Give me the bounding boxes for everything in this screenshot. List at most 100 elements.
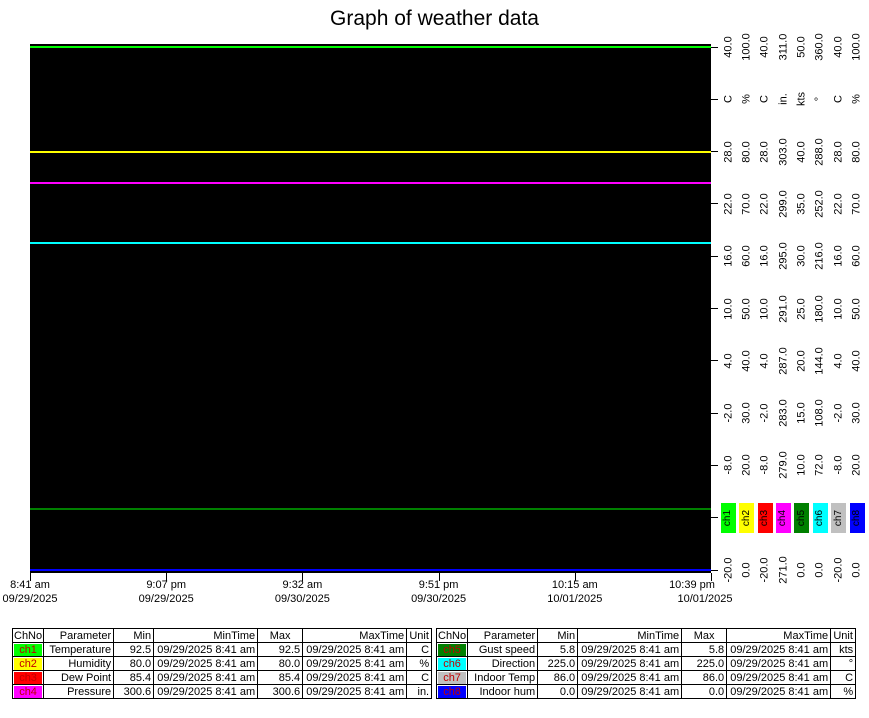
x-tick-label-time: 10:39 pm — [669, 579, 715, 591]
axis-tick-label: 10.0 — [832, 297, 845, 320]
cell-unit: C — [406, 670, 433, 685]
axis-tick-label: 4.0 — [722, 353, 734, 369]
header-min_time: MinTime — [577, 628, 683, 643]
axis-tick-label: 100.0 — [850, 33, 863, 61]
axis-tick-label: 0.0 — [795, 562, 808, 578]
table-row-ch3: ch3 Dew Point 85.4 09/29/2025 8:41 am 85.4 09… — [11, 670, 433, 685]
cell-parameter: Indoor hum — [467, 684, 539, 699]
legend-box-ch6: ch6 — [812, 502, 828, 533]
cell-unit: kts — [830, 642, 857, 657]
x-tick-label-date: 10/01/2025 — [677, 593, 733, 605]
cell-min: 86.0 — [537, 670, 579, 685]
chart-title: Graph of weather data — [330, 7, 539, 30]
table-row-ch2: ch2 Humidity 80.0 09/29/2025 8:41 am 80.0 09/… — [11, 656, 433, 671]
cell-ch_no: ch5 — [435, 642, 469, 657]
axis-tick-label: 80.0 — [850, 140, 863, 163]
x-tick-label-time: 9:51 pm — [418, 579, 459, 591]
x-tick-label-date: 09/29/2025 — [138, 593, 194, 605]
channel-badge-ch3: ch3 — [14, 671, 43, 684]
legend-box-ch3: ch3 — [757, 502, 773, 533]
axis-tick-label: 40.0 — [740, 350, 753, 372]
header-max: Max — [257, 628, 304, 643]
axis-tick-label: 299.0 — [777, 190, 789, 218]
cell-max: 225.0 — [681, 656, 728, 671]
axis-tick-label: 20.0 — [740, 454, 753, 477]
cell-parameter: Pressure — [43, 684, 115, 699]
y-tick-mark — [711, 464, 718, 466]
cell-min_time: 09/29/2025 8:41 am — [153, 684, 259, 699]
axis-tick-label: 283.0 — [777, 399, 789, 427]
header-parameter: Parameter — [43, 628, 115, 643]
header-ch_no: ChNo — [11, 628, 45, 643]
cell-min_time: 09/29/2025 8:41 am — [577, 670, 683, 685]
cell-min_time: 09/29/2025 8:41 am — [577, 684, 683, 699]
axis-tick-label: 30.0 — [795, 245, 808, 267]
y-tick-mark — [711, 46, 718, 48]
axis-tick-label: 35.0 — [795, 193, 808, 215]
table-row-ch5: ch5 Gust speed 5.8 09/29/2025 8:41 am 5.8 09/… — [435, 642, 857, 657]
cell-ch_no: ch6 — [435, 656, 469, 671]
axis-tick-label: 0.0 — [850, 562, 863, 578]
axis-unit-label-ch3: C — [758, 95, 771, 104]
axis-tick-label: 100.0 — [740, 33, 753, 61]
minmax-table-left: ChNo Parameter Min MinTime Max MaxTime Unit ch1… — [11, 628, 433, 699]
header-max_time: MaxTime — [726, 628, 832, 643]
series-line-ch6 — [30, 242, 711, 245]
channel-badge-ch4: ch4 — [14, 685, 43, 698]
table-header-row: ChNo Parameter Min MinTime Max MaxTime Unit — [435, 628, 857, 643]
legend-label-ch1: ch1 — [722, 509, 734, 526]
axis-tick-label: 0.0 — [813, 562, 826, 578]
legend-box-ch5: ch5 — [794, 502, 810, 533]
legend-label-ch5: ch5 — [795, 509, 807, 526]
cell-min_time: 09/29/2025 8:41 am — [153, 656, 259, 671]
axis-tick-label: -2.0 — [758, 403, 771, 423]
axis-tick-label: 288.0 — [813, 137, 826, 166]
x-tick-label-date: 10/01/2025 — [547, 593, 603, 605]
header-parameter: Parameter — [467, 628, 539, 643]
axis-tick-label: 216.0 — [813, 242, 826, 270]
axis-tick-label: -8.0 — [832, 455, 845, 475]
cell-min: 5.8 — [537, 642, 579, 657]
axis-tick-label: 20.0 — [795, 350, 808, 372]
axis-tick-label: 40.0 — [850, 350, 863, 372]
axis-tick-label: -20.0 — [758, 557, 771, 583]
cell-parameter: Temperature — [43, 642, 115, 657]
y-tick-mark — [711, 308, 718, 309]
axis-tick-label: 50.0 — [740, 297, 753, 320]
axis-unit-label-ch4: in. — [777, 93, 789, 106]
y-tick-mark — [711, 98, 718, 100]
legend-label-ch2: ch2 — [740, 509, 752, 526]
table-header-row: ChNo Parameter Min MinTime Max MaxTime Unit — [11, 628, 433, 643]
series-line-ch8 — [30, 569, 711, 571]
channel-badge-ch1: ch1 — [14, 643, 43, 656]
minmax-table: ChNo Parameter Min MinTime Max MaxTime Unit ch5… — [435, 628, 857, 699]
axis-unit-label-ch5: kts — [795, 92, 808, 107]
axis-tick-label: 40.0 — [722, 36, 734, 58]
axis-tick-label: 180.0 — [813, 294, 826, 323]
axis-unit-label-ch1: C — [722, 95, 734, 104]
axis-unit-label-ch8: % — [850, 94, 863, 105]
legend-box-ch4: ch4 — [776, 502, 791, 533]
axis-tick-label: -8.0 — [722, 455, 734, 475]
axis-tick-label: 70.0 — [850, 193, 863, 215]
axis-tick-label: 40.0 — [832, 36, 845, 58]
header-max: Max — [681, 628, 728, 643]
y-tick-mark — [711, 203, 718, 205]
y-tick-mark — [711, 569, 718, 571]
axis-tick-label: 252.0 — [813, 190, 826, 218]
axis-tick-label: 72.0 — [813, 454, 826, 477]
cell-min_time: 09/29/2025 8:41 am — [153, 670, 259, 685]
cell-max: 5.8 — [681, 642, 728, 657]
table-row-ch8: ch8 Indoor hum 0.0 09/29/2025 8:41 am 0.0 09/… — [435, 684, 857, 699]
cell-max: 85.4 — [257, 670, 304, 685]
table-row-ch6: ch6 Direction 225.0 09/29/2025 8:41 am 225.0… — [435, 656, 857, 671]
axis-tick-label: -20.0 — [832, 557, 845, 583]
y-tick-mark — [711, 517, 718, 519]
channel-badge-ch6: ch6 — [438, 657, 467, 670]
axis-tick-label: 22.0 — [722, 193, 734, 215]
axis-tick-label: 311.0 — [777, 33, 789, 61]
cell-min: 0.0 — [537, 684, 579, 699]
cell-max_time: 09/29/2025 8:41 am — [302, 656, 408, 671]
y-tick-mark — [711, 412, 718, 414]
axis-tick-label: 360.0 — [813, 33, 826, 61]
